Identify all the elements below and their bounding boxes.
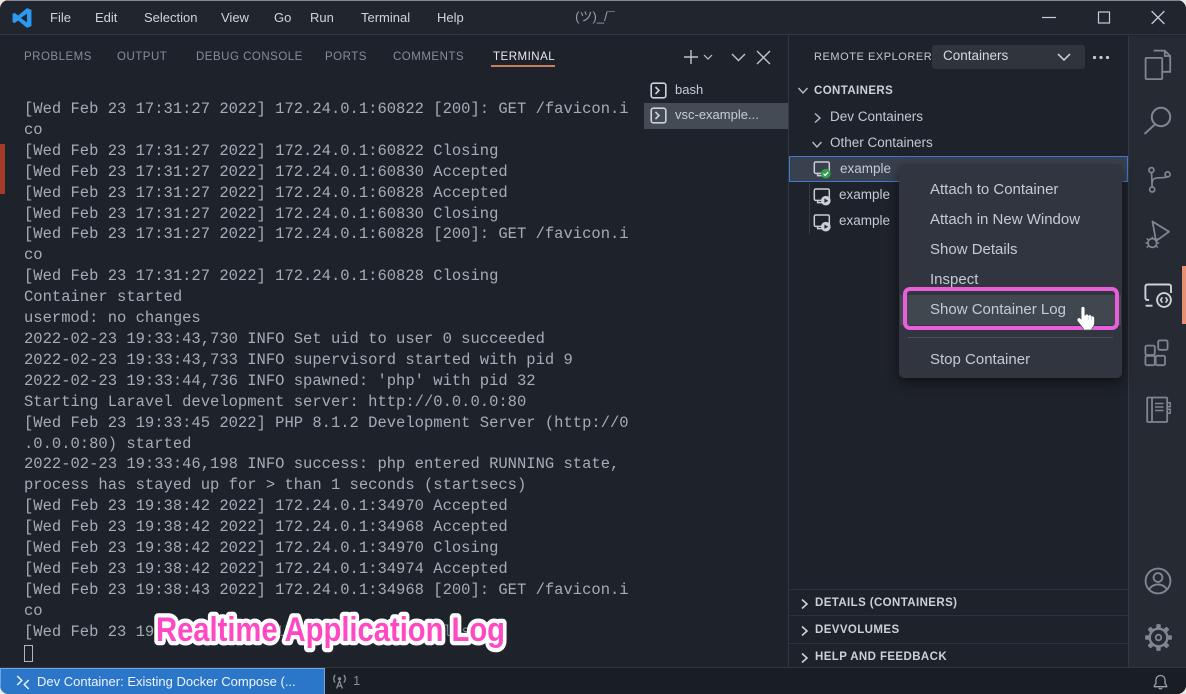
svg-text:Realtime Application Log: Realtime Application Log bbox=[156, 611, 505, 649]
